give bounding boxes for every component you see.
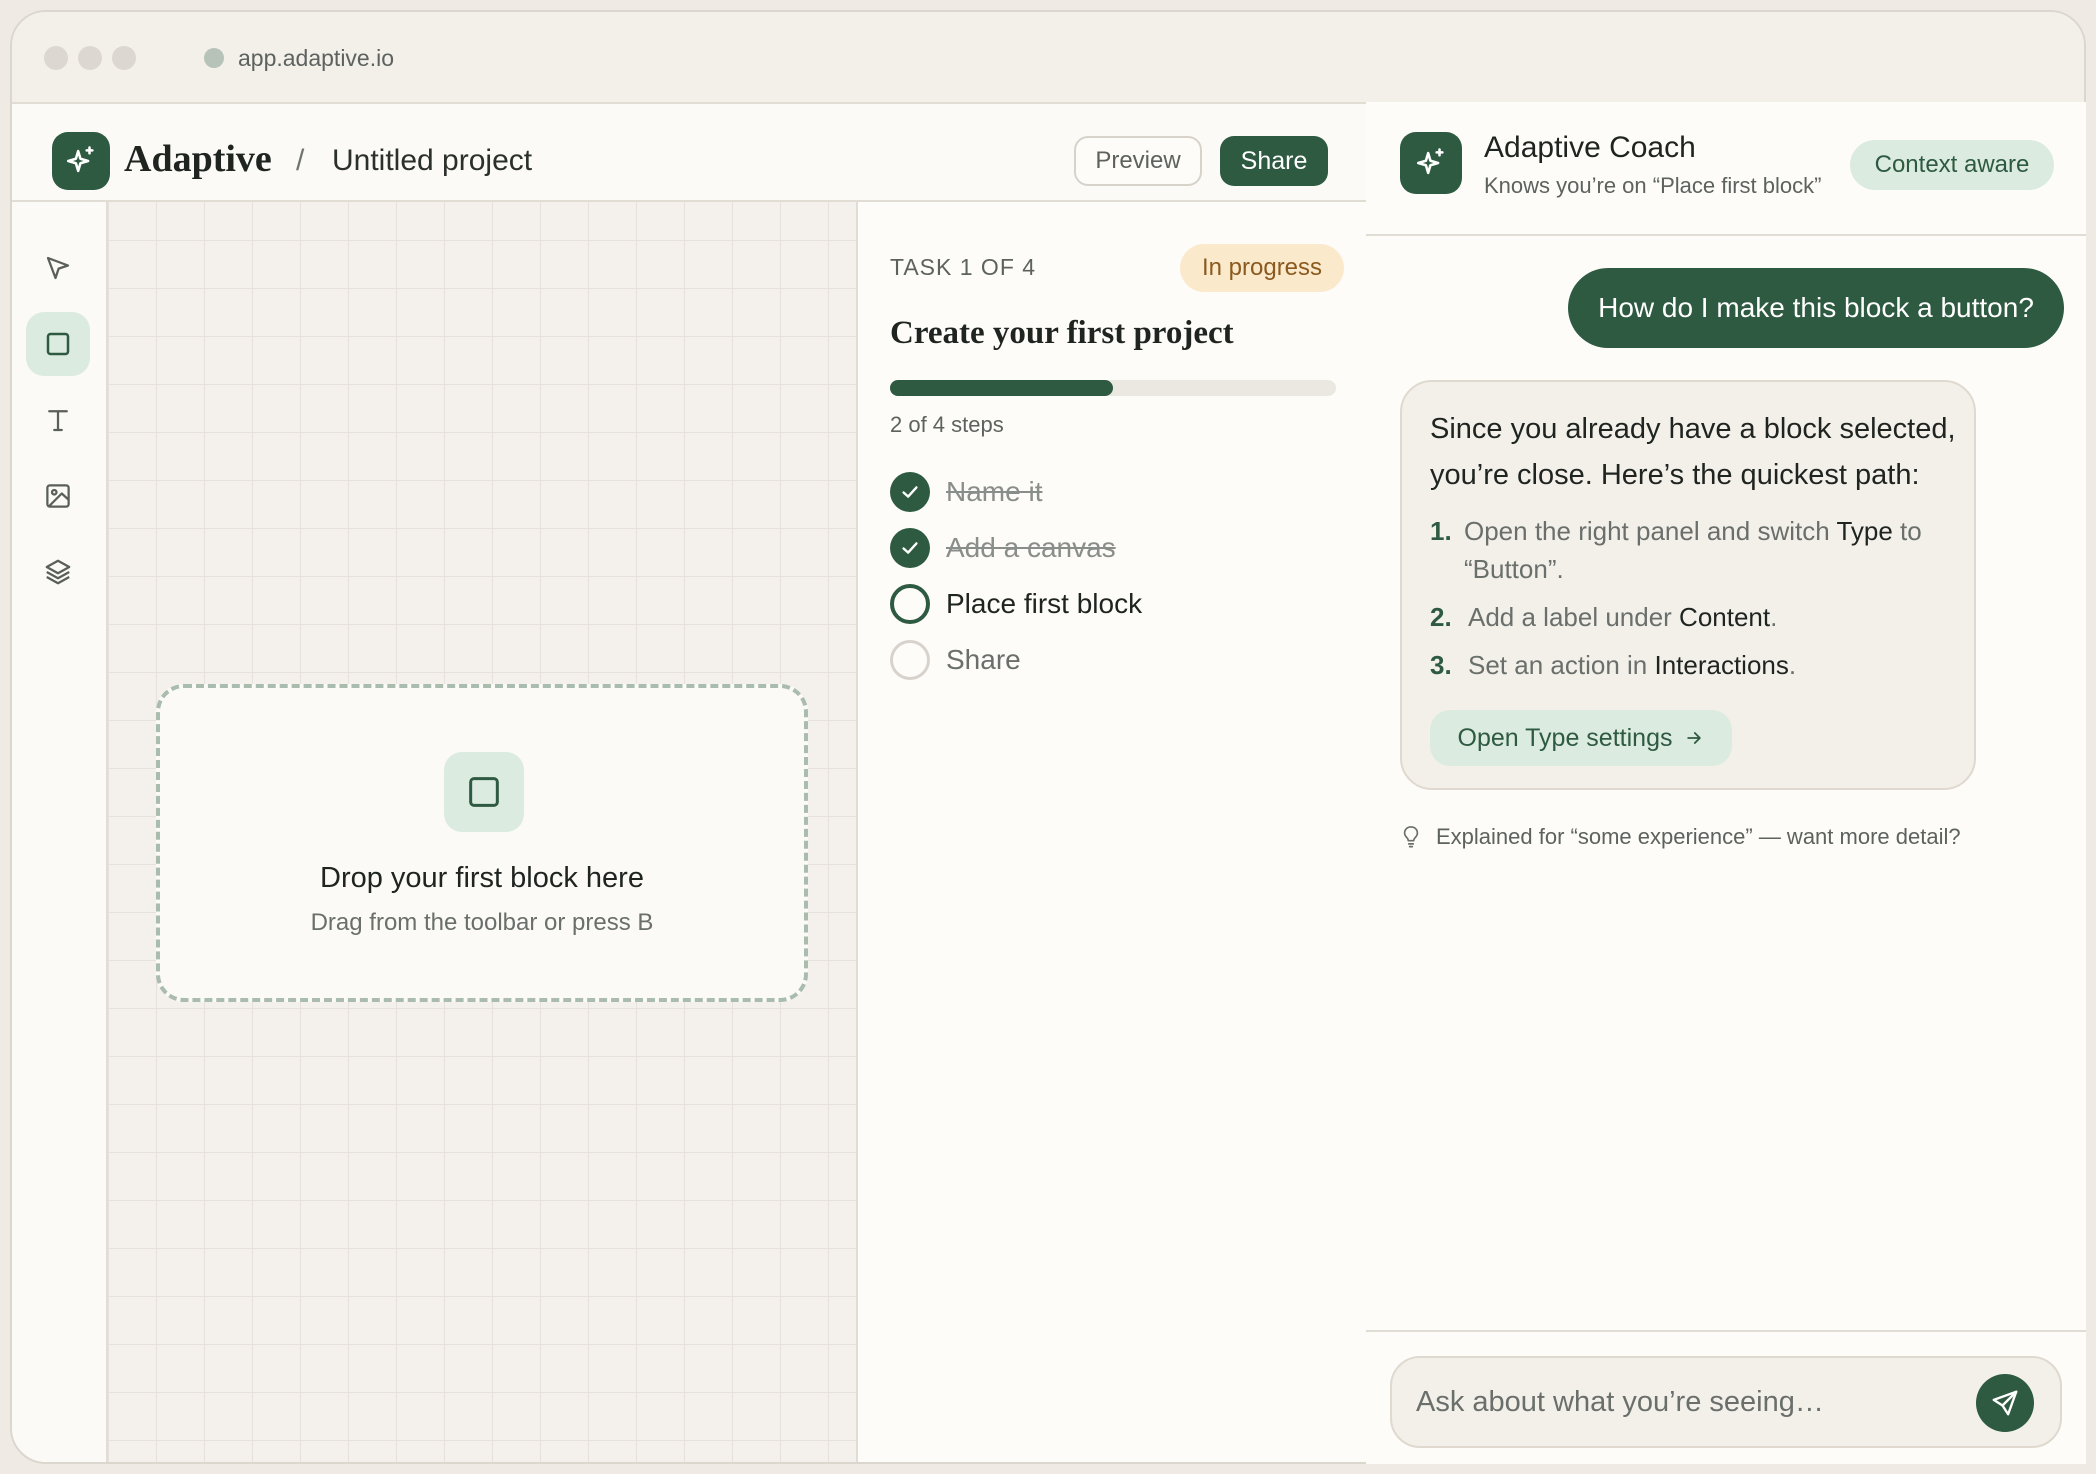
step-label: Name it [946, 476, 1043, 507]
coach-composer [1390, 1356, 2062, 1448]
step-share[interactable]: Share [890, 640, 1021, 680]
coach-step-2: 2. Add a label under Content. [1430, 598, 1970, 636]
square-icon [46, 332, 70, 356]
window-close-dot[interactable] [44, 46, 68, 70]
dropzone-icon-tile [444, 752, 524, 832]
step-name-it[interactable]: Name it [890, 472, 1042, 512]
coach-reply: Since you already have a block selected,… [1400, 380, 1976, 790]
coach-step-text: Set an action in [1468, 650, 1655, 680]
coach-step-3: 3. Set an action in Interactions. [1430, 646, 1970, 684]
app-header: Adaptive / Untitled project Preview Shar… [12, 104, 1368, 202]
url-status-dot [204, 48, 224, 68]
task-progress-fill [890, 380, 1113, 396]
text-icon [48, 410, 68, 432]
task-progress-bar [890, 380, 1336, 396]
tool-rail [12, 202, 108, 1462]
breadcrumb-separator: / [296, 144, 305, 177]
status-badge: In progress [1180, 244, 1344, 292]
send-button[interactable] [1976, 1374, 2034, 1432]
coach-step-code: Interactions [1654, 650, 1789, 680]
project-title[interactable]: Untitled project [332, 142, 532, 180]
experience-hint[interactable]: Explained for “some experience” — want m… [1400, 822, 1961, 852]
coach-step-text: . [1770, 602, 1778, 632]
block-dropzone[interactable]: Drop your first block here Drag from the… [156, 684, 808, 1002]
coach-panel: Adaptive Coach Knows you’re on “Place fi… [1366, 102, 2086, 1464]
image-icon [46, 484, 70, 508]
open-type-settings-label: Open Type settings [1457, 723, 1673, 752]
coach-step-text: Open the right panel and switch [1464, 516, 1837, 546]
coach-name: Adaptive Coach [1484, 131, 1696, 164]
tool-text[interactable] [26, 388, 90, 452]
coach-reply-intro: Since you already have a block selected,… [1430, 413, 1956, 491]
sparkle-icon [1416, 148, 1444, 175]
layers-icon [45, 559, 71, 585]
square-icon [469, 777, 499, 807]
share-button[interactable]: Share [1220, 136, 1328, 186]
send-icon [1992, 1390, 2018, 1416]
progress-text: 2 of 4 steps [890, 412, 1004, 437]
coach-step-1: 1. Open the right panel and switch Type t… [1430, 512, 1970, 588]
coach-step-number: 2. [1430, 602, 1452, 632]
brand-name: Adaptive [124, 138, 272, 180]
lightbulb-icon [1403, 826, 1419, 848]
step-label: Share [946, 644, 1021, 675]
tool-image[interactable] [26, 464, 90, 528]
task-title: Create your first project [890, 315, 1234, 351]
tool-block[interactable] [26, 312, 90, 376]
arrow-right-icon [1687, 732, 1702, 744]
coach-step-number: 1. [1430, 516, 1452, 546]
brand-logo[interactable] [52, 132, 110, 190]
tool-select[interactable] [26, 236, 90, 300]
pointer-icon [46, 256, 70, 280]
task-counter: TASK 1 OF 4 [890, 254, 1037, 280]
step-check-icon [890, 472, 930, 512]
url-bar[interactable]: app.adaptive.io [238, 42, 394, 74]
coach-avatar [1400, 132, 1462, 194]
step-current-circle-icon [890, 584, 930, 624]
dropzone-subtitle: Drag from the toolbar or press B [310, 909, 654, 936]
coach-message-input[interactable] [1416, 1382, 1946, 1422]
coach-step-code: Content [1679, 602, 1771, 632]
coach-reply-steps: 1. Open the right panel and switch Type t… [1430, 512, 1970, 684]
step-place-first-block[interactable]: Place first block [890, 584, 1142, 624]
tool-layers[interactable] [26, 540, 90, 604]
design-canvas[interactable]: Drop your first block here Drag from the… [108, 202, 858, 1462]
coach-step-text: . [1788, 650, 1797, 680]
coach-step-code: Type [1836, 516, 1893, 546]
dropzone-title: Drop your first block here [320, 862, 644, 894]
preview-button[interactable]: Preview [1074, 136, 1202, 186]
window-maximize-dot[interactable] [112, 46, 136, 70]
window-minimize-dot[interactable] [78, 46, 102, 70]
experience-hint-text: Explained for “some experience” — want m… [1436, 824, 1961, 849]
composer-divider [1366, 1330, 2086, 1332]
user-message: How do I make this block a button? [1568, 268, 2064, 348]
sparkle-icon [66, 146, 94, 173]
step-check-icon [890, 528, 930, 568]
open-type-settings-button[interactable]: Open Type settings [1430, 710, 1732, 766]
step-add-canvas[interactable]: Add a canvas [890, 528, 1116, 568]
step-todo-circle-icon [890, 640, 930, 680]
coach-context-subtitle: Knows you’re on “Place first block” [1484, 173, 1822, 198]
step-label: Place first block [946, 588, 1143, 619]
coach-step-number: 3. [1430, 650, 1452, 680]
task-panel: TASK 1 OF 4 In progress Create your firs… [858, 202, 1368, 1462]
step-label: Add a canvas [946, 532, 1116, 563]
coach-step-text: Add a label under [1468, 602, 1680, 632]
coach-header: Adaptive Coach Knows you’re on “Place fi… [1366, 102, 2086, 236]
context-aware-badge: Context aware [1850, 140, 2054, 190]
browser-titlebar: app.adaptive.io [12, 12, 2084, 104]
